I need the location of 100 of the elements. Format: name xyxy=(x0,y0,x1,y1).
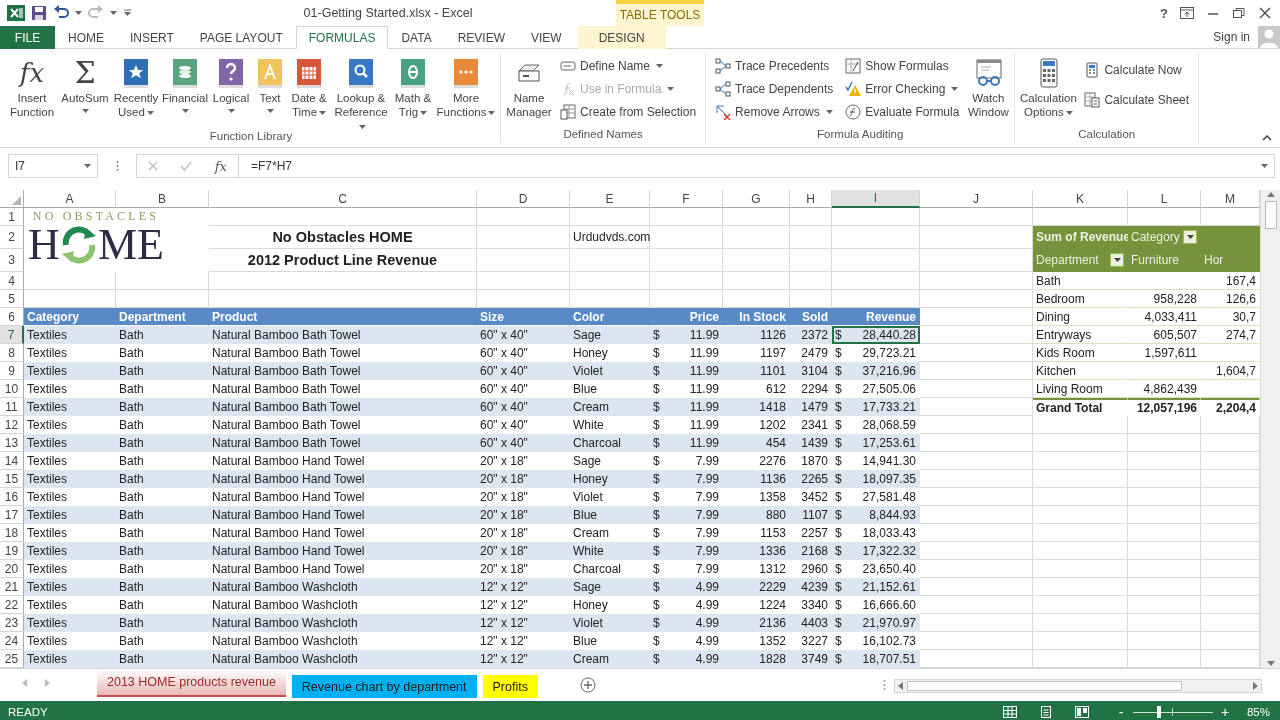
zoom-slider-thumb[interactable] xyxy=(1156,706,1161,718)
row-header[interactable]: 7 xyxy=(0,326,24,344)
column-header[interactable]: I xyxy=(832,190,920,208)
page-layout-view-icon[interactable] xyxy=(1038,706,1053,718)
filter-dropdown-button[interactable] xyxy=(1110,253,1124,267)
row-header[interactable]: 1 xyxy=(0,208,24,226)
zoom-in-button[interactable]: + xyxy=(1218,704,1231,720)
ribbon-button[interactable]: Calculate Now xyxy=(1082,58,1192,81)
ribbon-button[interactable]: Define Name xyxy=(558,55,699,77)
ribbon-button[interactable]: Name Manager xyxy=(504,53,554,121)
ribbon-button[interactable]: Show Formulas xyxy=(843,55,962,77)
normal-view-icon[interactable] xyxy=(1002,706,1017,718)
ribbon-tab[interactable]: PAGE LAYOUT xyxy=(186,26,296,49)
row-header[interactable]: 22 xyxy=(0,596,24,614)
row-header[interactable]: 14 xyxy=(0,452,24,470)
select-all-icon[interactable] xyxy=(12,196,21,205)
column-header[interactable]: G xyxy=(723,190,790,208)
formula-field[interactable]: =F7*H7 xyxy=(239,154,1275,178)
row-header[interactable]: 12 xyxy=(0,416,24,434)
undo-icon[interactable] xyxy=(53,5,69,21)
ribbon-button[interactable]: Σ AutoSum xyxy=(59,53,111,115)
page-break-view-icon[interactable] xyxy=(1074,706,1089,718)
table-cell: Textiles xyxy=(27,471,67,486)
sheet-tab[interactable]: Profits xyxy=(482,675,538,698)
collapse-ribbon-icon[interactable] xyxy=(1262,135,1272,141)
row-header[interactable]: 24 xyxy=(0,632,24,650)
insert-function-button[interactable]: fx xyxy=(214,158,227,174)
ribbon-button[interactable]: Text xyxy=(253,53,287,115)
previous-sheet-icon[interactable] xyxy=(22,679,27,687)
vertical-scrollbar[interactable] xyxy=(1260,190,1280,668)
column-header[interactable]: F xyxy=(650,190,723,208)
new-sheet-icon[interactable] xyxy=(579,677,596,693)
ribbon-button[interactable]: Financial xyxy=(161,53,209,115)
ribbon-tab[interactable]: DATA xyxy=(388,26,445,49)
column-header[interactable]: E xyxy=(570,190,650,208)
row-header[interactable]: 3 xyxy=(0,249,24,272)
row-header[interactable]: 10 xyxy=(0,380,24,398)
enter-check-icon[interactable] xyxy=(180,161,193,171)
row-header[interactable]: 18 xyxy=(0,524,24,542)
ribbon-button[interactable]: Remove Arrows xyxy=(713,101,836,123)
ribbon-button[interactable]: Trace Precedents xyxy=(713,55,836,77)
row-header[interactable]: 4 xyxy=(0,272,24,290)
ribbon-button[interactable]: Calculation Options xyxy=(1018,53,1079,121)
ribbon-display-icon[interactable] xyxy=(1180,7,1194,19)
row-header[interactable]: 8 xyxy=(0,344,24,362)
ribbon-tab[interactable]: HOME xyxy=(55,26,117,49)
redo-icon[interactable] xyxy=(88,5,104,21)
ribbon-button[interactable]: Math & Trig xyxy=(391,53,435,121)
next-sheet-icon[interactable] xyxy=(45,679,50,687)
column-header[interactable]: A xyxy=(24,190,116,208)
row-header[interactable]: 20 xyxy=(0,560,24,578)
sign-in-link[interactable]: Sign in xyxy=(1213,30,1250,44)
ribbon-button[interactable]: Date & Time xyxy=(287,53,331,121)
ribbon-tab[interactable]: REVIEW xyxy=(444,26,518,49)
ribbon-button[interactable]: Logical xyxy=(209,53,253,115)
ribbon-button[interactable]: Calculate Sheet xyxy=(1082,89,1192,112)
customize-icon[interactable] xyxy=(123,9,132,17)
ribbon-button[interactable]: Error Checking xyxy=(843,78,962,100)
name-box[interactable]: I7 xyxy=(8,154,98,178)
restore-icon[interactable] xyxy=(1232,7,1246,19)
save-icon[interactable] xyxy=(31,5,47,21)
horizontal-scrollbar[interactable] xyxy=(894,679,1262,693)
row-header[interactable]: 2 xyxy=(0,226,24,249)
filter-dropdown-button[interactable] xyxy=(1183,230,1197,244)
ribbon-button[interactable]: Watch Window xyxy=(965,53,1012,121)
table-cell: Charcoal xyxy=(573,435,622,450)
ribbon-button[interactable]: Lookup & Reference xyxy=(331,53,391,135)
column-header[interactable]: K xyxy=(1033,190,1128,208)
scrollbar-thumb[interactable] xyxy=(907,681,1182,691)
ribbon-button[interactable]: Evaluate Formula xyxy=(843,101,962,123)
column-header[interactable]: H xyxy=(790,190,832,208)
column-header[interactable]: J xyxy=(920,190,1033,208)
ribbon-button[interactable]: Trace Dependents xyxy=(713,78,836,100)
ribbon-tab[interactable]: FORMULAS xyxy=(295,26,389,49)
sheet-tab[interactable]: Revenue chart by department xyxy=(291,675,477,698)
cancel-icon[interactable] xyxy=(148,161,159,171)
ribbon-tab[interactable]: VIEW xyxy=(518,26,575,49)
column-header[interactable]: B xyxy=(116,190,209,208)
avatar-icon[interactable] xyxy=(1258,26,1280,48)
column-header[interactable]: C xyxy=(209,190,477,208)
ribbon-button[interactable]: More Functions xyxy=(435,53,497,121)
ribbon-tab[interactable]: INSERT xyxy=(117,26,187,49)
column-header[interactable]: D xyxy=(477,190,570,208)
column-header[interactable]: L xyxy=(1128,190,1201,208)
column-header[interactable]: M xyxy=(1201,190,1260,208)
close-icon[interactable] xyxy=(1258,7,1272,19)
currency-symbol: $ xyxy=(653,417,660,432)
table-cell: Charcoal xyxy=(573,561,622,576)
ribbon-tab[interactable]: FILE xyxy=(0,26,55,49)
table-cell: 1202 xyxy=(759,417,786,432)
ribbon-button[interactable]: fx Insert Function xyxy=(5,53,59,121)
ribbon-tab[interactable]: DESIGN xyxy=(577,26,666,49)
zoom-out-button[interactable]: - xyxy=(1114,704,1127,720)
scrollbar-thumb[interactable] xyxy=(1264,201,1277,229)
help-button[interactable]: ? xyxy=(1160,5,1168,21)
ribbon-button[interactable]: Create from Selection xyxy=(558,101,699,123)
row-header[interactable]: 5 xyxy=(0,290,24,308)
sheet-tab[interactable]: 2013 HOME products revenue xyxy=(97,669,286,697)
row-header[interactable]: 16 xyxy=(0,488,24,506)
ribbon-button[interactable]: Recently Used xyxy=(111,53,161,121)
